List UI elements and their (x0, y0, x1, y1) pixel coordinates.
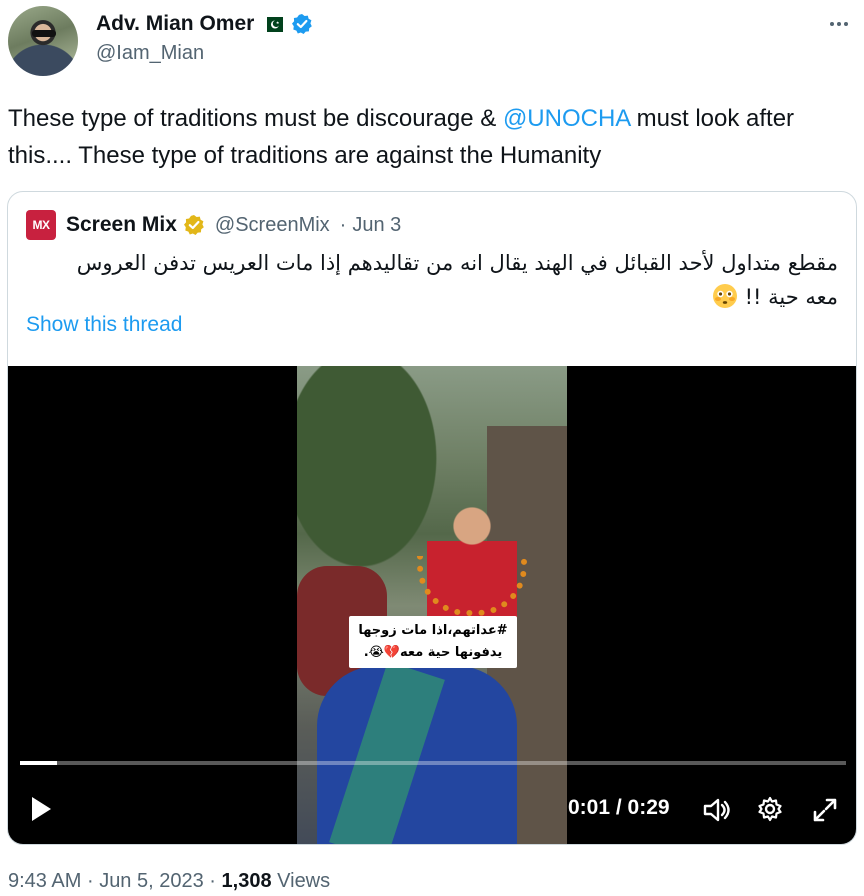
more-options-icon[interactable] (824, 12, 854, 36)
video-progress-fill (20, 761, 58, 765)
current-time: 0:01 (568, 796, 611, 819)
views-count: 1,308 (221, 870, 272, 892)
video-time: 0:01 / 0:29 (568, 796, 670, 820)
verified-blue-icon (292, 14, 313, 34)
tweet-date[interactable]: Jun 5, 2023 (99, 870, 204, 892)
pakistan-flag-icon (262, 16, 284, 32)
author-handle[interactable]: @Iam_Mian (96, 42, 204, 65)
tweet-meta: 9:43 AM · Jun 5, 2023 · 1,308 Views (8, 870, 330, 893)
tweet-header: Adv. Mian Omer @Iam_Mian (0, 0, 864, 90)
video-progress-bar[interactable] (20, 761, 846, 765)
duration: 0:29 (627, 796, 670, 819)
tweet-time[interactable]: 9:43 AM (8, 870, 81, 892)
video-player[interactable]: #عداتهم،اذا مات زوجها يدفونها حية معه💔😭.… (8, 366, 856, 844)
quote-header: MX Screen Mix @ScreenMix · Jun 3 (26, 210, 401, 240)
video-caption-line1: #عداتهم،اذا مات زوجها (358, 623, 508, 638)
fullscreen-icon[interactable] (811, 796, 839, 824)
avatar[interactable] (8, 6, 78, 76)
quote-avatar[interactable]: MX (26, 210, 56, 240)
meta-separator: · (86, 870, 94, 892)
author-name-row: Adv. Mian Omer (96, 11, 313, 37)
verified-gold-icon (183, 215, 204, 235)
mention-link[interactable]: @UNOCHA (503, 105, 630, 132)
volume-muted-icon[interactable] (702, 796, 732, 824)
tweet-text-before: These type of traditions must be discour… (8, 105, 503, 132)
meta-separator: · (209, 870, 216, 892)
quoted-tweet[interactable]: MX Screen Mix @ScreenMix · Jun 3 مقطع مت… (7, 191, 857, 845)
quote-date[interactable]: Jun 3 (352, 214, 401, 237)
video-frame[interactable]: #عداتهم،اذا مات زوجها يدفونها حية معه💔😭. (297, 366, 567, 844)
quote-separator: · (339, 213, 347, 236)
tweet-text: These type of traditions must be discour… (8, 100, 848, 174)
avatar-sunglasses (32, 30, 56, 37)
quote-text: مقطع متداول لأحد القبائل في الهند يقال ا… (38, 246, 838, 314)
quote-handle: @ScreenMix (214, 213, 330, 236)
quote-display-name: Screen Mix (66, 213, 177, 236)
video-caption: #عداتهم،اذا مات زوجها يدفونها حية معه💔😭. (349, 616, 517, 668)
play-icon[interactable] (28, 794, 54, 824)
flushed-face-icon (712, 284, 737, 308)
show-thread-link[interactable]: Show this thread (26, 313, 182, 337)
video-caption-line2: يدفونها حية معه💔😭. (363, 645, 503, 660)
gear-icon[interactable] (757, 796, 783, 822)
author-display-name[interactable]: Adv. Mian Omer (96, 12, 254, 36)
time-separator: / (610, 796, 628, 819)
views-label: Views (277, 870, 331, 892)
